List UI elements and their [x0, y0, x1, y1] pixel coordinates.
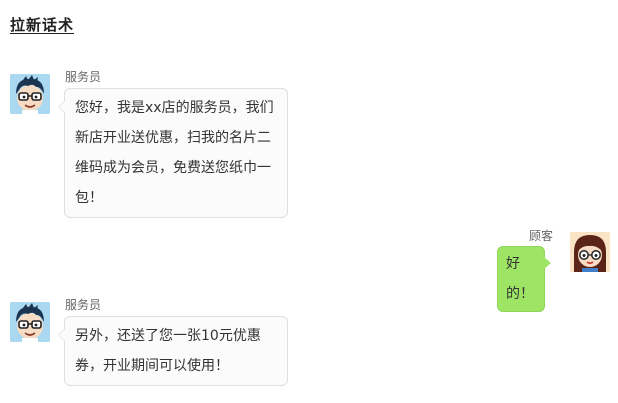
message-bubble: 好的！ — [497, 246, 551, 312]
message-bubble: 另外，还送了您一张10元优惠券，开业期间可以使用！ — [58, 316, 288, 386]
sender-name: 服务员 — [65, 70, 102, 84]
message-bubble: 您好，我是xx店的服务员，我们新店开业送优惠，扫我的名片二维码成为会员，免费送您… — [58, 88, 288, 218]
customer-avatar-icon — [570, 232, 610, 272]
sender-name: 顾客 — [529, 229, 554, 243]
sender-name: 服务员 — [65, 298, 102, 312]
staff-avatar-icon — [10, 302, 50, 342]
page-title: 拉新话术 — [10, 16, 75, 34]
staff-avatar-icon — [10, 74, 50, 114]
